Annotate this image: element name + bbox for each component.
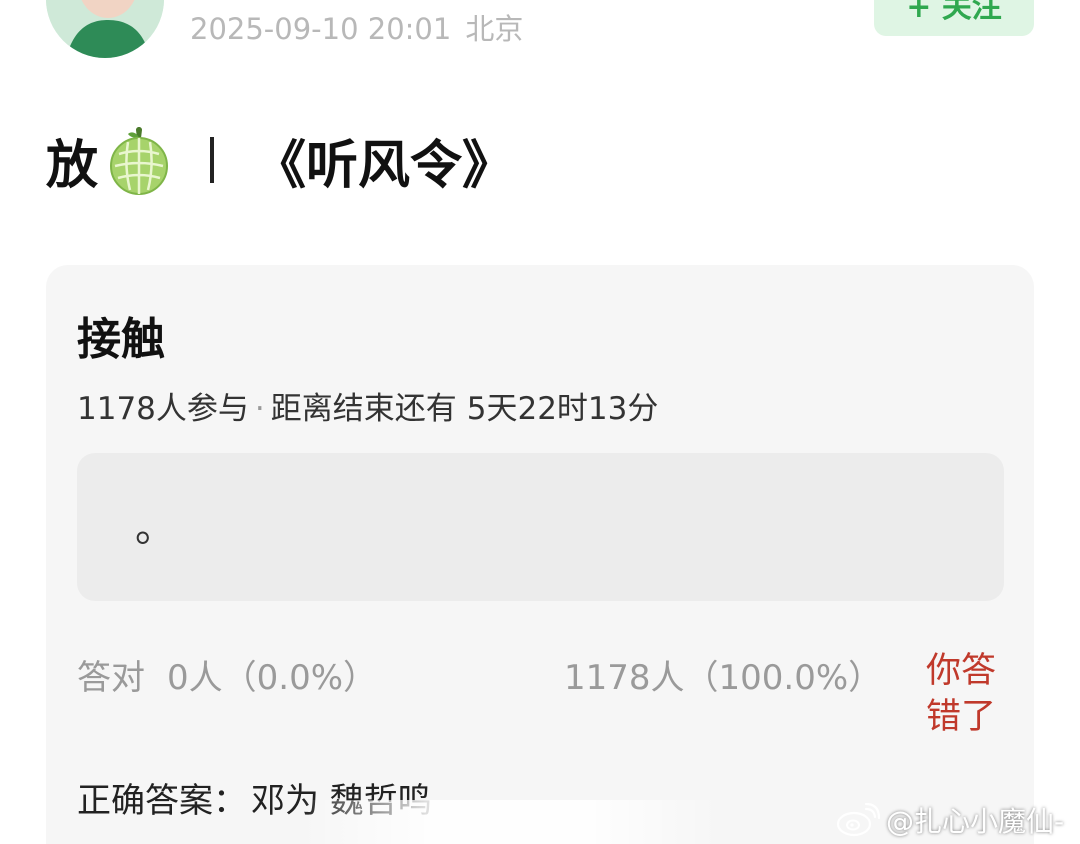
answer-label: 正确答案： bbox=[77, 781, 247, 821]
quiz-option-text: 。 bbox=[135, 505, 175, 551]
quiz-card: 接触 1178人参与 · 距离结束还有 5天22时13分 。 答对 0人（0.0%） 1… bbox=[46, 265, 1034, 844]
quiz-stats: 1178人参与 · 距离结束还有 5天22时13分 bbox=[77, 383, 658, 428]
remaining-label: 距离结束还有 bbox=[270, 391, 457, 427]
post-title: 放 《听风令》 bbox=[46, 120, 514, 200]
answer-verdict: 你答错了 bbox=[926, 651, 997, 737]
title-separator bbox=[210, 137, 215, 183]
drama-title: 《听风令》 bbox=[254, 135, 515, 196]
melon-icon bbox=[110, 127, 169, 195]
remaining-time: 5天22时13分 bbox=[466, 391, 659, 427]
post-title-prefix: 放 bbox=[46, 135, 99, 196]
weibo-icon bbox=[836, 803, 880, 837]
correct-result: 答对 0人（0.0%） bbox=[77, 650, 377, 699]
participant-count: 1178人参与 bbox=[77, 391, 249, 427]
follow-button[interactable]: + 关注 bbox=[874, 0, 1034, 36]
correct-label: 答对 bbox=[77, 658, 145, 698]
stats-separator: · bbox=[254, 391, 265, 427]
quiz-title: 接触 bbox=[77, 314, 165, 365]
author-avatar[interactable] bbox=[46, 0, 164, 58]
avatar-image bbox=[46, 0, 164, 58]
quiz-option[interactable]: 。 bbox=[77, 453, 1004, 601]
post-timestamp: 2025-09-10 20:01 bbox=[190, 12, 452, 46]
post-meta: 2025-09-10 20:01 北京 bbox=[190, 6, 523, 48]
correct-count: 0人（0.0%） bbox=[167, 658, 378, 698]
blur-overlay bbox=[300, 800, 720, 844]
watermark: @扎心小魔仙- bbox=[836, 800, 1064, 840]
watermark-text: @扎心小魔仙- bbox=[886, 805, 1065, 838]
wrong-count: 1178人（100.0%） bbox=[564, 658, 883, 698]
post-location: 北京 bbox=[465, 12, 524, 46]
